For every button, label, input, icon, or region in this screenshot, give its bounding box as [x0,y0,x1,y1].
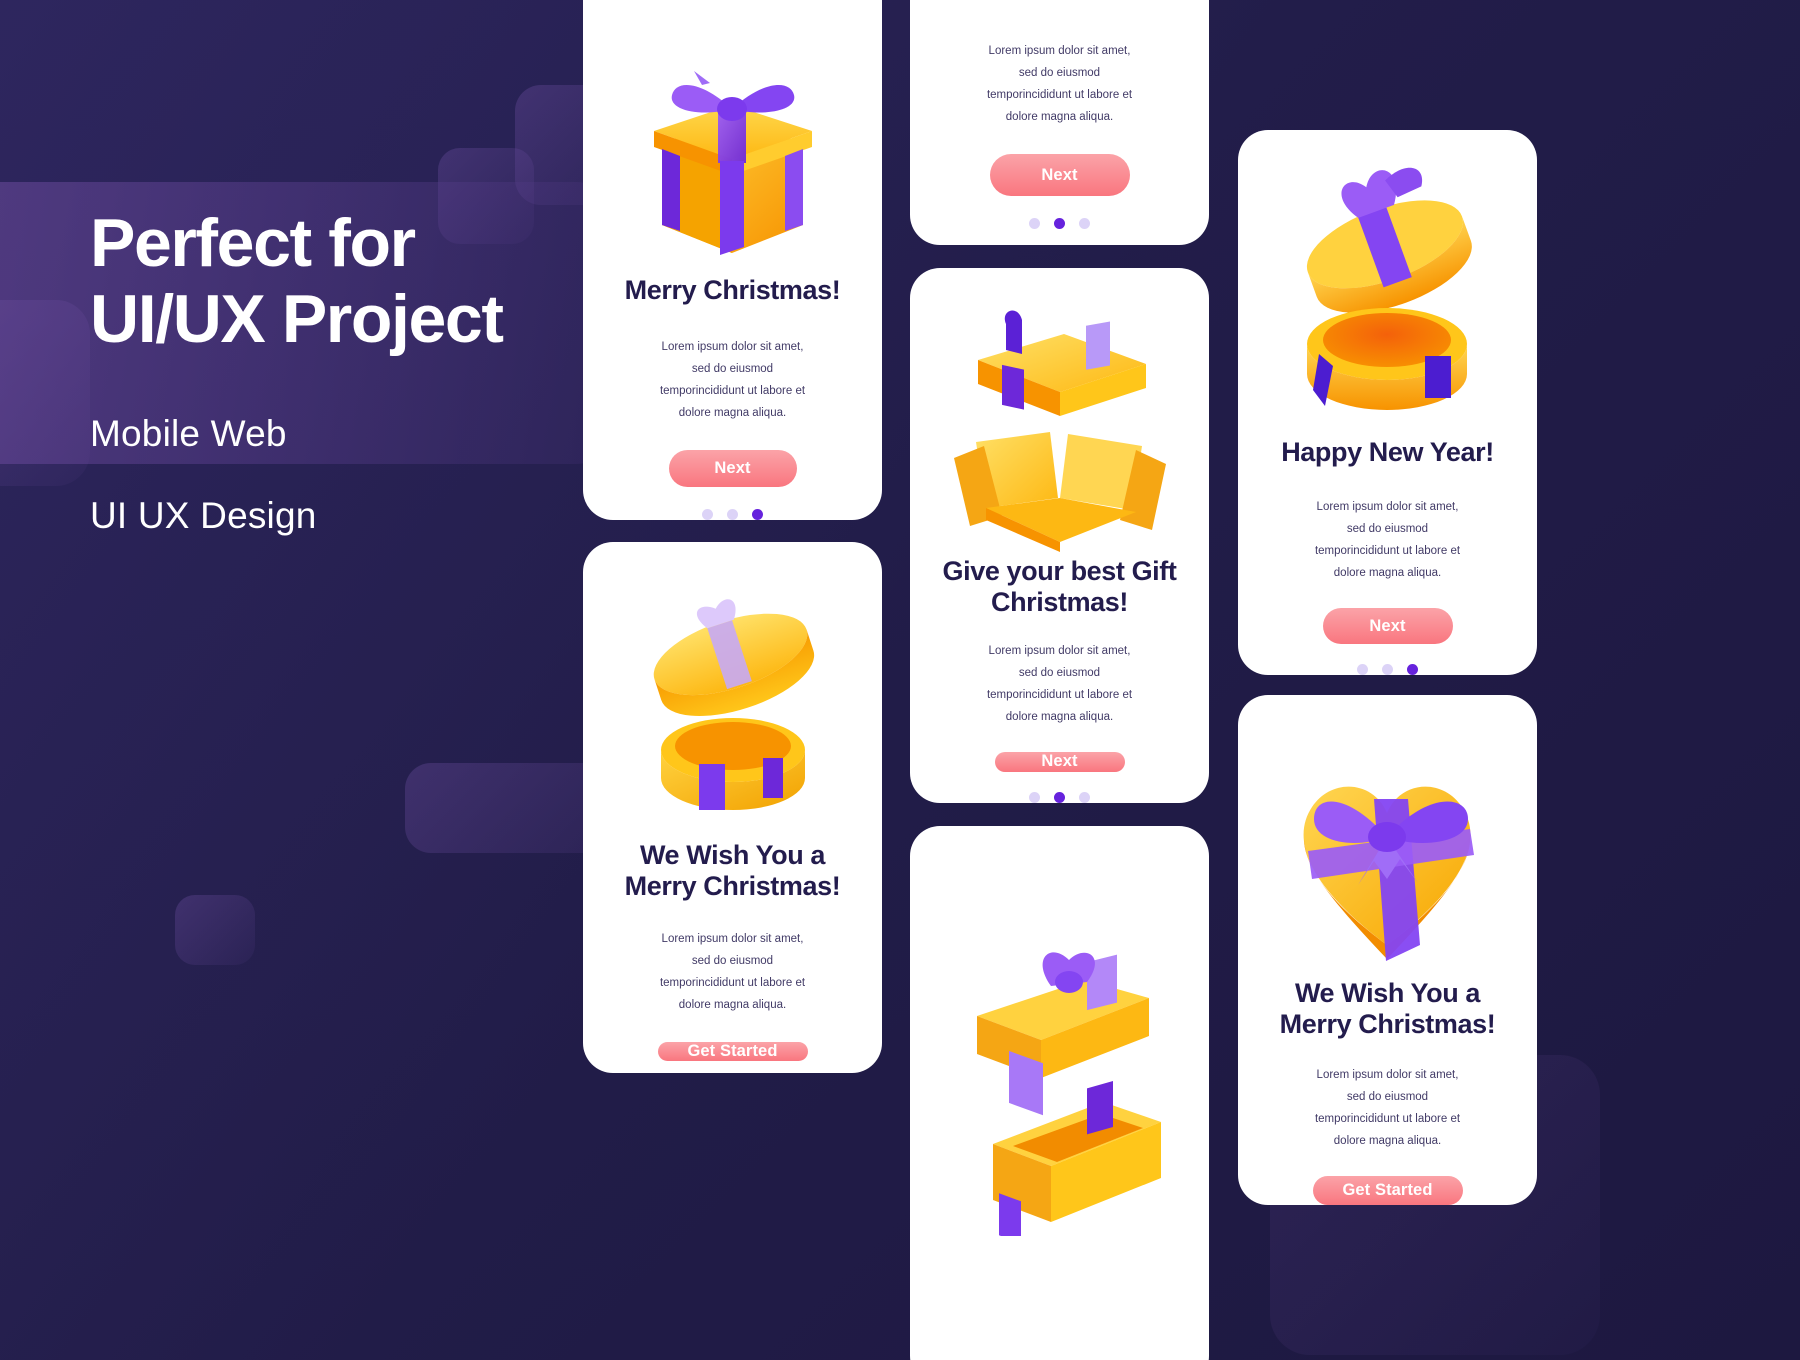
pagination-dot[interactable] [1357,664,1368,675]
pagination-dot[interactable] [1079,792,1090,803]
pagination-dot-active[interactable] [1407,664,1418,675]
card-description-line: dolore magna aliqua. [1333,1134,1442,1147]
onboarding-card-bottom-middle[interactable] [910,826,1209,1360]
next-button[interactable]: Next [668,450,797,487]
pagination-dot[interactable] [1029,218,1040,230]
pagination-dot[interactable] [1079,218,1090,230]
card-description-line: dolore magna aliqua. [1333,567,1442,579]
pagination-dot[interactable] [1029,792,1040,803]
card-description-line: sed do eiusmod [691,362,774,375]
gift-illustration-round-open-box [1238,158,1537,433]
card-description-line: temporincididunt ut labore et [1314,1112,1461,1125]
hero-subtitle-ui-ux-design: UI UX Design [90,495,317,537]
next-button[interactable]: Next [994,751,1125,772]
card-description: Lorem ipsum dolor sit amet, sed do eiusm… [620,336,845,424]
card-description-line: temporincididunt ut labore et [986,688,1133,701]
card-description-line: dolore magna aliqua. [678,407,787,420]
card-description-line: sed do eiusmod [1018,67,1101,80]
page-title-line-2: UI/UX Project [90,281,504,358]
onboarding-card-we-wish-you-left[interactable]: We Wish You a Merry Christmas! Lorem ips… [583,542,882,1073]
next-button[interactable]: Next [989,154,1130,197]
card-description-line: dolore magna aliqua. [1005,111,1114,124]
gift-illustration-exploding-open-box [910,294,1209,554]
hero-section: Perfect for UI/UX Project Mobile Web UI … [90,205,650,537]
gift-illustration-heart-box [1238,733,1537,978]
card-description-line: temporincididunt ut labore et [1314,544,1461,557]
card-description-line: Lorem ipsum dolor sit amet, [988,45,1131,57]
card-title-line: Give your best Gift [942,556,1177,586]
card-description-line: Lorem ipsum dolor sit amet, [661,932,804,945]
pagination-dots[interactable] [702,509,763,520]
pagination-dots[interactable] [1029,218,1090,230]
card-description-line: sed do eiusmod [1346,1090,1429,1103]
card-title: Happy New Year! [1281,437,1494,467]
card-description-line: temporincididunt ut labore et [659,976,806,989]
card-description-line: Lorem ipsum dolor sit amet, [661,340,804,353]
pagination-dots[interactable] [1029,792,1090,803]
onboarding-card-top-middle[interactable]: Lorem ipsum dolor sit amet, sed do eiusm… [910,0,1209,245]
page-title: Perfect for UI/UX Project [90,205,650,357]
card-description: Lorem ipsum dolor sit amet, sed do eiusm… [947,640,1172,728]
card-description-line: Lorem ipsum dolor sit amet, [1316,500,1459,513]
hero-subtitle-mobile-web: Mobile Web [90,413,287,455]
card-title-line: We Wish You a [639,840,826,870]
next-button[interactable]: Next [1322,608,1453,644]
onboarding-card-we-wish-you-right[interactable]: We Wish You a Merry Christmas! Lorem ips… [1238,695,1537,1205]
card-description: Lorem ipsum dolor sit amet, sed do eiusm… [947,40,1172,128]
card-description-line: sed do eiusmod [691,954,774,967]
card-title: Give your best Gift Christmas! [919,556,1201,618]
card-description-line: sed do eiusmod [1346,522,1429,535]
card-title-line: Merry Christmas! [624,870,841,901]
card-description-line: dolore magna aliqua. [1005,710,1114,723]
card-description: Lorem ipsum dolor sit amet, sed do eiusm… [1275,1064,1500,1152]
gift-illustration-long-open-box [910,936,1209,1236]
pagination-dot[interactable] [1382,664,1393,675]
card-title: We Wish You a Merry Christmas! [601,840,865,902]
card-description-line: temporincididunt ut labore et [986,89,1133,102]
card-title-line: We Wish You a [1294,978,1481,1008]
pagination-dot[interactable] [702,509,713,520]
gift-illustration-open-round-box [583,582,882,832]
card-title-line: Christmas! [990,586,1129,617]
pagination-dot-active[interactable] [752,509,763,520]
card-description-line: sed do eiusmod [1018,666,1101,679]
pagination-dot-active[interactable] [1054,792,1065,803]
card-description-line: dolore magna aliqua. [678,998,787,1011]
card-description: Lorem ipsum dolor sit amet, sed do eiusm… [1275,496,1500,584]
card-description-line: Lorem ipsum dolor sit amet, [1316,1068,1459,1081]
page-title-line-1: Perfect for [90,205,416,281]
card-description-line: temporincididunt ut labore et [659,384,806,397]
card-description-line: Lorem ipsum dolor sit amet, [988,644,1131,657]
get-started-button[interactable]: Get Started [1312,1175,1463,1205]
card-title: We Wish You a Merry Christmas! [1256,978,1520,1040]
pagination-dots[interactable] [1357,664,1418,675]
pagination-dot-active[interactable] [1054,218,1065,230]
card-description: Lorem ipsum dolor sit amet, sed do eiusm… [620,928,845,1016]
onboarding-card-give-your-best-gift[interactable]: Give your best Gift Christmas! Lorem ips… [910,268,1209,803]
onboarding-card-happy-new-year[interactable]: Happy New Year! Lorem ipsum dolor sit am… [1238,130,1537,675]
pagination-dot[interactable] [727,509,738,520]
card-title-line: Merry Christmas! [1279,1008,1496,1039]
get-started-button[interactable]: Get Started [657,1041,808,1061]
